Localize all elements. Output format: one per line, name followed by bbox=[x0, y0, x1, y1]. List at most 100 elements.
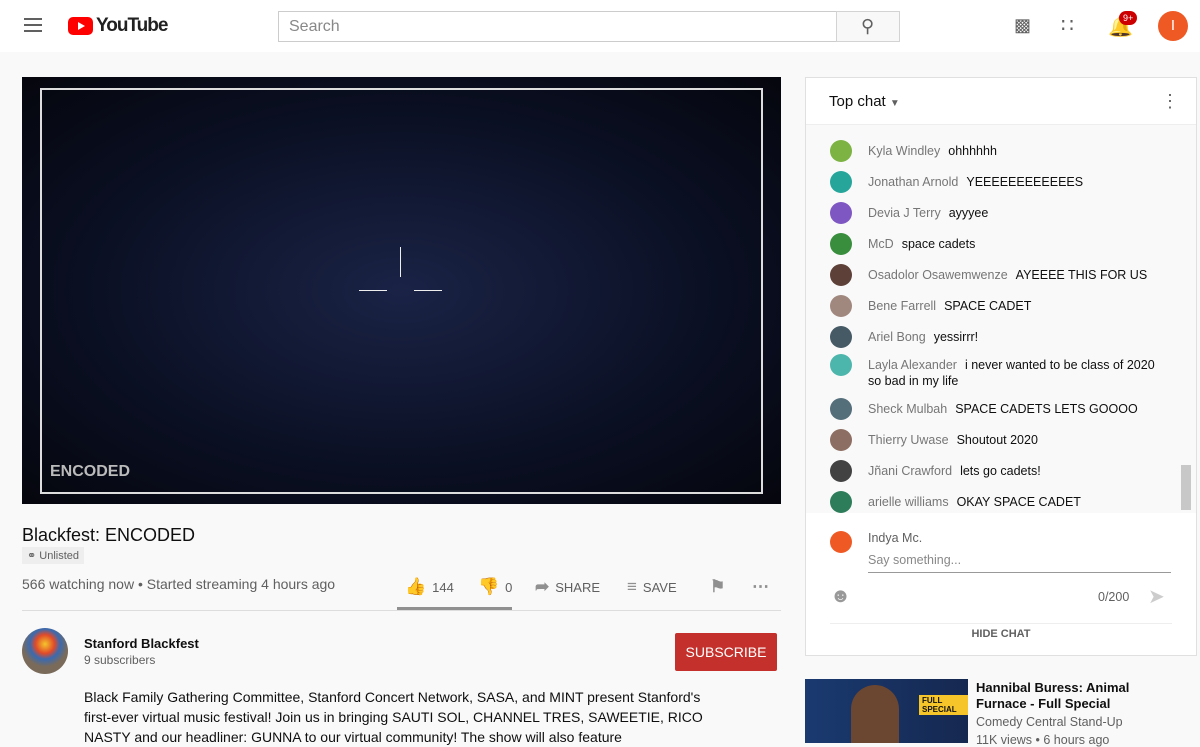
link-icon: ⚭ bbox=[27, 550, 40, 562]
chat-author[interactable]: Jñani Crawford bbox=[868, 464, 952, 478]
chat-text: YEEEEEEEEEEEES bbox=[966, 175, 1084, 189]
share-button[interactable]: ➦ SHARE bbox=[535, 577, 600, 597]
playlist-add-icon: ≡ bbox=[627, 577, 637, 596]
chat-message: Layla Alexander i never wanted to be clas… bbox=[830, 354, 1170, 389]
emoji-icon[interactable]: ☻ bbox=[830, 585, 851, 608]
chat-message: Sheck Mulbah SPACE CADETS LETS GOOOO bbox=[830, 398, 1170, 420]
chat-avatar bbox=[830, 140, 852, 162]
more-horizontal-icon: ⋯ bbox=[752, 577, 769, 596]
channel-avatar[interactable] bbox=[22, 628, 68, 674]
like-ratio-bar bbox=[397, 607, 512, 610]
youtube-logo[interactable]: YouTube bbox=[96, 15, 168, 37]
subscribe-button[interactable]: SUBSCRIBE bbox=[675, 633, 777, 671]
chat-avatar bbox=[830, 491, 852, 513]
chat-text: OKAY SPACE CADET bbox=[956, 495, 1081, 509]
chat-author[interactable]: Ariel Bong bbox=[868, 330, 926, 344]
chat-message: arielle williams OKAY SPACE CADET bbox=[830, 491, 1170, 513]
chat-mode-label: Top chat bbox=[829, 93, 886, 110]
chat-message: Kyla Windley ohhhhhh bbox=[830, 140, 1170, 162]
chat-message-list[interactable]: Kyla Windley ohhhhhh Jonathan Arnold YEEEEE… bbox=[806, 125, 1196, 513]
chat-text: ohhhhhh bbox=[948, 144, 997, 158]
hide-chat-button[interactable]: HIDE CHAT bbox=[806, 628, 1196, 640]
chat-author[interactable]: arielle williams bbox=[868, 495, 949, 509]
video-player[interactable]: ENCODED bbox=[22, 77, 781, 504]
menu-icon[interactable] bbox=[24, 18, 42, 32]
char-counter: 0/200 bbox=[1098, 590, 1130, 604]
chat-author[interactable]: Layla Alexander bbox=[868, 358, 957, 372]
top-bar: YouTube Search ⚲ ▩ ∷ 🔔 9+ I bbox=[0, 0, 1200, 52]
chat-text: SPACE CADETS LETS GOOOO bbox=[955, 402, 1138, 416]
report-button[interactable]: ⚑ bbox=[710, 577, 725, 597]
view-meta: 566 watching now • Started streaming 4 h… bbox=[22, 576, 336, 592]
youtube-logo-icon[interactable] bbox=[68, 17, 93, 35]
chat-text: ayyyee bbox=[948, 206, 989, 220]
chat-text: lets go cadets! bbox=[960, 464, 1041, 478]
search-input[interactable]: Search bbox=[278, 11, 837, 42]
chat-avatar bbox=[830, 460, 852, 482]
more-vertical-icon[interactable]: ⋮ bbox=[1161, 91, 1179, 112]
chat-message: McD space cadets bbox=[830, 233, 1170, 255]
encoded-watermark: ENCODED bbox=[50, 463, 131, 480]
chat-scrollbar[interactable] bbox=[1181, 465, 1191, 510]
chat-message: Ariel Bong yessirrr! bbox=[830, 326, 1170, 348]
chat-author[interactable]: Jonathan Arnold bbox=[868, 175, 958, 189]
chat-author[interactable]: Kyla Windley bbox=[868, 144, 940, 158]
chat-text: AYEEEE THIS FOR US bbox=[1015, 268, 1148, 282]
chat-author[interactable]: Bene Farrell bbox=[868, 299, 936, 313]
send-icon[interactable]: ➤ bbox=[1148, 584, 1165, 609]
share-label: SHARE bbox=[555, 579, 601, 595]
search-button[interactable]: ⚲ bbox=[836, 11, 900, 42]
chat-text: space cadets bbox=[901, 237, 976, 251]
recommended-meta: 11K views • 6 hours ago bbox=[976, 733, 1110, 747]
thumbnail-label: FULL SPECIAL bbox=[919, 695, 968, 715]
save-button[interactable]: ≡ SAVE bbox=[627, 577, 677, 597]
recommended-title[interactable]: Hannibal Buress: Animal Furnace - Full S… bbox=[976, 680, 1176, 712]
channel-name[interactable]: Stanford Blackfest bbox=[84, 636, 199, 651]
create-video-icon[interactable]: ▩ bbox=[1014, 15, 1031, 36]
video-description: Black Family Gathering Committee, Stanfo… bbox=[84, 689, 703, 745]
share-arrow-icon: ➦ bbox=[535, 577, 550, 596]
chat-avatar bbox=[830, 295, 852, 317]
chat-author[interactable]: Sheck Mulbah bbox=[868, 402, 947, 416]
chat-message: Jonathan Arnold YEEEEEEEEEEEES bbox=[830, 171, 1170, 193]
like-button[interactable]: 👍 144 bbox=[405, 577, 454, 597]
chat-text: Shoutout 2020 bbox=[956, 433, 1038, 447]
unlisted-badge: ⚭ Unlisted bbox=[22, 547, 85, 564]
chat-avatar bbox=[830, 429, 852, 451]
dislike-count: 0 bbox=[505, 579, 513, 595]
subscriber-count: 9 subscribers bbox=[84, 653, 156, 667]
top-chat-dropdown[interactable]: Top chat ▼ bbox=[829, 93, 900, 110]
chat-author[interactable]: Osadolor Osawemwenze bbox=[868, 268, 1008, 282]
chat-author[interactable]: Devia J Terry bbox=[868, 206, 941, 220]
flag-icon: ⚑ bbox=[710, 577, 726, 596]
recommended-thumbnail[interactable]: FULL SPECIAL bbox=[805, 679, 968, 743]
chat-message: Jñani Crawford lets go cadets! bbox=[830, 460, 1170, 482]
live-chat-panel: Top chat ▼ ⋮ Kyla Windley ohhhhhh Jonathan… bbox=[805, 77, 1197, 656]
crosshair bbox=[400, 247, 401, 277]
chat-avatar bbox=[830, 264, 852, 286]
chat-message: Thierry Uwase Shoutout 2020 bbox=[830, 429, 1170, 451]
crosshair bbox=[359, 290, 387, 291]
chat-avatar bbox=[830, 171, 852, 193]
chat-avatar bbox=[830, 202, 852, 224]
recommended-channel[interactable]: Comedy Central Stand-Up bbox=[976, 715, 1123, 729]
user-avatar[interactable]: I bbox=[1158, 11, 1188, 41]
like-count: 144 bbox=[432, 579, 454, 595]
thumbs-down-icon: 👎 bbox=[478, 577, 500, 596]
dislike-button[interactable]: 👎 0 bbox=[478, 577, 512, 597]
video-frame-overlay bbox=[40, 88, 763, 494]
apps-grid-icon[interactable]: ∷ bbox=[1061, 13, 1074, 38]
chat-input[interactable]: Say something... bbox=[868, 553, 1171, 573]
crosshair bbox=[414, 290, 442, 291]
save-label: SAVE bbox=[642, 579, 677, 595]
more-actions-button[interactable]: ⋯ bbox=[752, 577, 769, 597]
chat-message: Osadolor Osawemwenze AYEEEE THIS FOR US bbox=[830, 264, 1170, 286]
chat-header: Top chat ▼ ⋮ bbox=[806, 78, 1196, 125]
thumbs-up-icon: 👍 bbox=[405, 577, 427, 596]
video-title: Blackfest: ENCODED bbox=[22, 525, 196, 545]
chat-author[interactable]: McD bbox=[868, 237, 894, 251]
notification-badge: 9+ bbox=[1119, 11, 1138, 25]
divider bbox=[830, 623, 1172, 624]
chat-avatar bbox=[830, 233, 852, 255]
chat-author[interactable]: Thierry Uwase bbox=[868, 433, 949, 447]
